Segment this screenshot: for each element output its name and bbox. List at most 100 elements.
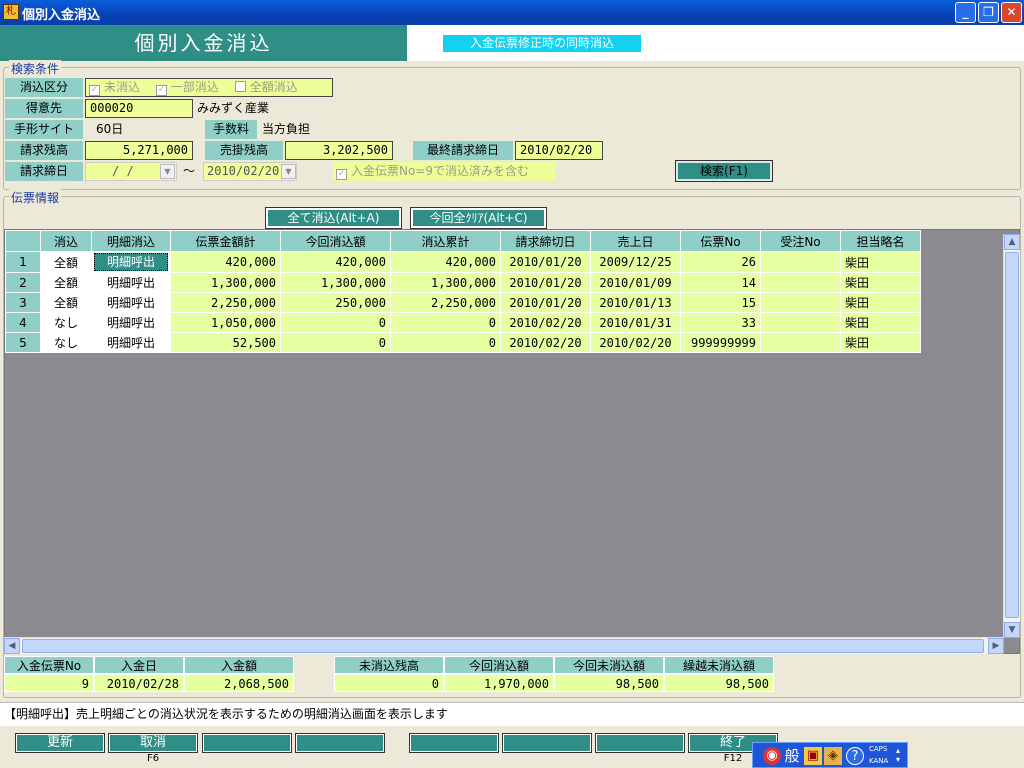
cell-slip-no[interactable]: 26	[680, 251, 761, 273]
help-icon[interactable]: ?	[846, 747, 864, 765]
col-header-total[interactable]: 伝票金額計	[170, 230, 281, 252]
fkey-f7-button[interactable]	[202, 733, 292, 753]
ime-pad-icon[interactable]: ◈	[824, 747, 842, 765]
table-row[interactable]: 2 全額 明細呼出 1,300,000 1,300,000 1,300,000 2010/0…	[5, 272, 921, 293]
update-button[interactable]: 更新	[15, 733, 105, 753]
scroll-thumb[interactable]	[1005, 252, 1019, 618]
cell-total[interactable]: 1,050,000	[170, 312, 281, 333]
cell-cumulative[interactable]: 0	[390, 312, 501, 333]
table-row[interactable]: 4 なし 明細呼出 1,050,000 0 0 2010/02/20 2010/01/31 33…	[5, 312, 921, 333]
fkey-f8-button[interactable]	[295, 733, 385, 753]
cell-close-date[interactable]: 2010/02/20	[500, 332, 591, 353]
detail-button[interactable]: 明細呼出	[91, 272, 171, 293]
cell-cumulative[interactable]: 420,000	[390, 251, 501, 273]
detail-button[interactable]: 明細呼出	[91, 312, 171, 333]
cell-close-date[interactable]: 2010/01/20	[500, 272, 591, 293]
cell-order-no[interactable]	[760, 312, 841, 333]
scroll-down-icon[interactable]: ▼	[1004, 622, 1020, 638]
table-row[interactable]: 5 なし 明細呼出 52,500 0 0 2010/02/20 2010/02/20 99999…	[5, 332, 921, 353]
checkbox-icon[interactable]: ✓	[336, 169, 347, 180]
detail-button[interactable]: 明細呼出	[91, 332, 171, 353]
vertical-scrollbar[interactable]: ▲ ▼	[1003, 234, 1020, 638]
cell-sale-date[interactable]: 2010/01/13	[590, 292, 681, 313]
cell-total[interactable]: 420,000	[170, 251, 281, 273]
cell-kind[interactable]: 全額	[40, 251, 92, 273]
cell-total[interactable]: 2,250,000	[170, 292, 281, 313]
minimize-icon[interactable]: _	[955, 2, 976, 23]
cell-close-date[interactable]: 2010/01/20	[500, 292, 591, 313]
cell-order-no[interactable]	[760, 272, 841, 293]
cell-cumulative[interactable]: 1,300,000	[390, 272, 501, 293]
checkbox-icon[interactable]: ✓	[89, 85, 100, 96]
close-icon[interactable]: ✕	[1001, 2, 1022, 23]
app-icon[interactable]: 札	[3, 4, 19, 20]
kind-option-unreconciled[interactable]: ✓ 未消込	[89, 80, 140, 96]
cell-kind[interactable]: なし	[40, 332, 92, 353]
table-row[interactable]: 1 全額 明細呼出 420,000 420,000 420,000 2010/01/20 20…	[5, 251, 921, 273]
row-number[interactable]: 4	[5, 312, 41, 333]
fkey-f10-button[interactable]	[502, 733, 592, 753]
col-header-staff[interactable]: 担当略名	[840, 230, 921, 252]
cell-order-no[interactable]	[760, 251, 841, 273]
cell-slip-no[interactable]: 33	[680, 312, 761, 333]
checkbox-icon[interactable]	[234, 81, 246, 92]
clear-current-button[interactable]: 今回全ｸﾘｱ(Alt+C)	[410, 207, 547, 229]
cell-order-no[interactable]	[760, 332, 841, 353]
cell-staff[interactable]: 柴田	[840, 272, 921, 293]
checkbox-icon[interactable]: ✓	[155, 85, 167, 96]
ime-options-icon[interactable]: ▴ ▾	[896, 746, 900, 764]
cell-staff[interactable]: 柴田	[840, 292, 921, 313]
scroll-thumb[interactable]	[22, 639, 984, 653]
col-header-slip-no[interactable]: 伝票No	[680, 230, 761, 252]
kind-option-partial[interactable]: ✓ 一部消込	[155, 80, 219, 96]
detail-button[interactable]: 明細呼出	[91, 292, 171, 313]
ime-mode[interactable]: 般	[783, 747, 801, 765]
cell-staff[interactable]: 柴田	[840, 251, 921, 273]
cell-current[interactable]: 0	[280, 312, 391, 333]
cell-total[interactable]: 52,500	[170, 332, 281, 353]
cell-current[interactable]: 1,300,000	[280, 272, 391, 293]
scroll-up-icon[interactable]: ▲	[1004, 234, 1020, 250]
cell-staff[interactable]: 柴田	[840, 312, 921, 333]
col-header-close[interactable]: 請求締切日	[500, 230, 591, 252]
cell-cumulative[interactable]: 0	[390, 332, 501, 353]
ime-toolbar[interactable]: ◉ 般 ▣ ◈ ? CAPS KANA ▴ ▾	[752, 742, 908, 768]
scroll-left-icon[interactable]: ◀	[4, 638, 20, 654]
customer-code-input[interactable]: 000020	[85, 99, 193, 118]
detail-button[interactable]: 明細呼出	[91, 251, 171, 273]
cell-current[interactable]: 250,000	[280, 292, 391, 313]
cell-sale-date[interactable]: 2010/02/20	[590, 332, 681, 353]
cell-close-date[interactable]: 2010/02/20	[500, 312, 591, 333]
ime-dictionary-icon[interactable]: ▣	[804, 747, 822, 765]
cell-sale-date[interactable]: 2010/01/31	[590, 312, 681, 333]
cell-slip-no[interactable]: 999999999	[680, 332, 761, 353]
kind-option-full[interactable]: 全額消込	[234, 80, 298, 94]
cell-current[interactable]: 0	[280, 332, 391, 353]
row-number[interactable]: 5	[5, 332, 41, 353]
col-header-kind[interactable]: 消込	[40, 230, 92, 252]
row-number[interactable]: 3	[5, 292, 41, 313]
title-bar[interactable]: 札 個別入金消込 _ ❐ ✕	[0, 0, 1024, 25]
restore-icon[interactable]: ❐	[978, 2, 999, 23]
col-header-current[interactable]: 今回消込額	[280, 230, 391, 252]
scroll-right-icon[interactable]: ▶	[988, 638, 1004, 654]
cell-sale-date[interactable]: 2010/01/09	[590, 272, 681, 293]
cancel-button[interactable]: 取消	[108, 733, 198, 753]
row-number[interactable]: 1	[5, 251, 41, 273]
ime-logo-icon[interactable]: ◉	[763, 747, 781, 765]
col-header-cumulative[interactable]: 消込累計	[390, 230, 501, 252]
cell-staff[interactable]: 柴田	[840, 332, 921, 353]
cell-sale-date[interactable]: 2009/12/25	[590, 251, 681, 273]
chevron-down-icon[interactable]: ▼	[160, 164, 175, 179]
col-header-order-no[interactable]: 受注No	[760, 230, 841, 252]
col-header-sale[interactable]: 売上日	[590, 230, 681, 252]
fkey-f11-button[interactable]	[595, 733, 685, 753]
cell-slip-no[interactable]: 14	[680, 272, 761, 293]
cell-close-date[interactable]: 2010/01/20	[500, 251, 591, 273]
cell-slip-no[interactable]: 15	[680, 292, 761, 313]
horizontal-scrollbar[interactable]: ◀ ▶	[4, 637, 1004, 654]
cell-kind[interactable]: なし	[40, 312, 92, 333]
cell-current[interactable]: 420,000	[280, 251, 391, 273]
cell-cumulative[interactable]: 2,250,000	[390, 292, 501, 313]
row-number[interactable]: 2	[5, 272, 41, 293]
